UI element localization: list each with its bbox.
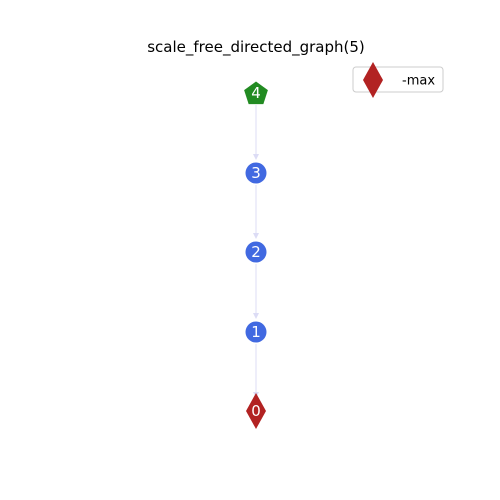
- node-3[interactable]: 3: [245, 162, 267, 184]
- node-4-label: 4: [251, 84, 261, 102]
- node-1[interactable]: 1: [245, 321, 267, 343]
- node-3-label: 3: [251, 164, 261, 182]
- graph-canvas: scale_free_directed_graph(5) 4 3 2 1 0 -max: [147, 38, 444, 429]
- graph-title: scale_free_directed_graph(5): [147, 38, 365, 57]
- node-2[interactable]: 2: [245, 241, 267, 263]
- legend: -max: [352, 62, 444, 98]
- node-1-label: 1: [251, 323, 261, 341]
- node-0[interactable]: 0: [246, 393, 266, 429]
- node-0-label: 0: [251, 402, 261, 420]
- node-4[interactable]: 4: [244, 81, 268, 105]
- legend-label: -max: [402, 74, 435, 89]
- node-2-label: 2: [251, 243, 261, 261]
